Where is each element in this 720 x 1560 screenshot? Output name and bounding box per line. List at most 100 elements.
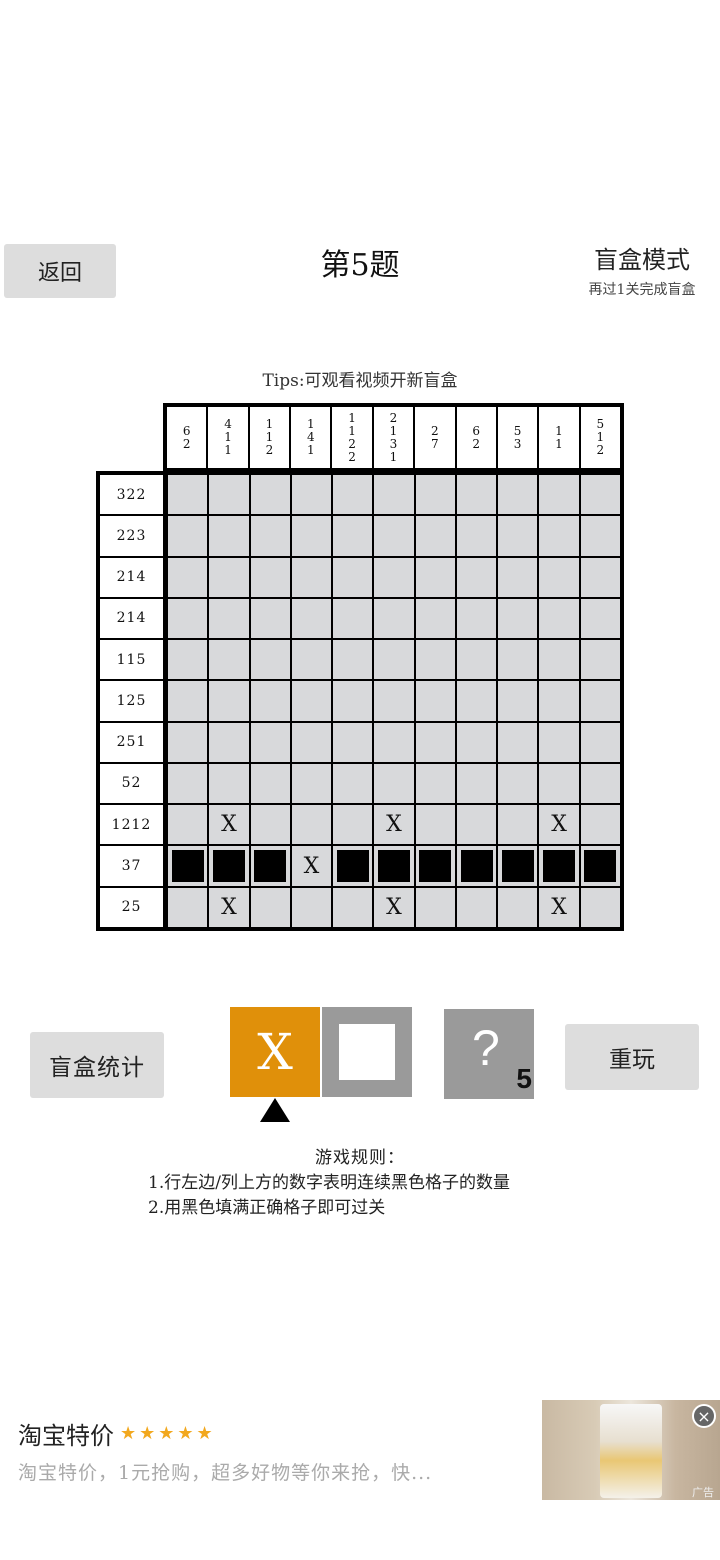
grid-cell[interactable] — [498, 722, 538, 762]
grid-cell[interactable] — [456, 516, 497, 556]
hint-button[interactable]: ? 5 — [444, 1009, 534, 1099]
grid-cell[interactable] — [168, 681, 208, 721]
grid-cell[interactable] — [250, 681, 290, 721]
grid-cell-filled[interactable] — [456, 846, 497, 886]
grid-cell[interactable] — [250, 557, 290, 597]
grid-cell-marked[interactable]: X — [539, 805, 579, 845]
grid-cell[interactable] — [250, 763, 290, 804]
grid-cell[interactable] — [333, 722, 373, 762]
grid-cell[interactable] — [168, 887, 208, 927]
grid-cell[interactable] — [291, 516, 332, 556]
grid-cell[interactable] — [539, 722, 579, 762]
grid-cell[interactable] — [291, 722, 332, 762]
grid-cell[interactable] — [415, 681, 455, 721]
grid-cell-marked[interactable]: X — [374, 805, 414, 845]
grid-cell[interactable] — [333, 516, 373, 556]
grid-cell[interactable] — [539, 640, 579, 680]
grid-cell[interactable] — [291, 887, 332, 927]
grid-cell[interactable] — [539, 475, 579, 515]
grid-cell-filled[interactable] — [333, 846, 373, 886]
grid-cell[interactable] — [498, 516, 538, 556]
grid-cell[interactable] — [209, 516, 249, 556]
grid-cell-filled[interactable] — [580, 846, 620, 886]
replay-button[interactable]: 重玩 — [565, 1024, 699, 1090]
grid-cell[interactable] — [580, 516, 620, 556]
grid-cell[interactable] — [333, 557, 373, 597]
grid-cell[interactable] — [498, 640, 538, 680]
grid-cell[interactable] — [498, 681, 538, 721]
x-mark-tool[interactable]: X — [230, 1007, 320, 1097]
grid-cell[interactable] — [415, 763, 455, 804]
grid-cell[interactable] — [168, 475, 208, 515]
grid-cell-filled[interactable] — [539, 846, 579, 886]
grid-cell[interactable] — [168, 763, 208, 804]
grid-cell[interactable] — [374, 475, 414, 515]
grid-cell[interactable] — [168, 640, 208, 680]
grid-cell[interactable] — [333, 640, 373, 680]
grid-cell-filled[interactable] — [374, 846, 414, 886]
grid-cell[interactable] — [209, 598, 249, 639]
grid-cell[interactable] — [415, 887, 455, 927]
grid-cell[interactable] — [374, 640, 414, 680]
grid-cell[interactable] — [456, 640, 497, 680]
grid-cell[interactable] — [539, 763, 579, 804]
grid-cell[interactable] — [539, 557, 579, 597]
grid-cell[interactable] — [498, 805, 538, 845]
grid-cell[interactable] — [415, 722, 455, 762]
grid-cell[interactable] — [580, 805, 620, 845]
grid-cell[interactable] — [333, 887, 373, 927]
grid-cell[interactable] — [250, 640, 290, 680]
grid-cell[interactable] — [498, 763, 538, 804]
grid-cell[interactable] — [250, 475, 290, 515]
grid-cell[interactable] — [456, 805, 497, 845]
grid-cell[interactable] — [291, 557, 332, 597]
grid-cell[interactable] — [498, 598, 538, 639]
blindbox-stats-button[interactable]: 盲盒统计 — [30, 1032, 164, 1098]
grid-cell-marked[interactable]: X — [209, 805, 249, 845]
grid-cell[interactable] — [580, 887, 620, 927]
grid-cell[interactable] — [580, 681, 620, 721]
grid-cell[interactable] — [374, 681, 414, 721]
grid-cell[interactable] — [209, 763, 249, 804]
grid-cell[interactable] — [580, 475, 620, 515]
grid-cell-filled[interactable] — [498, 846, 538, 886]
grid-cell[interactable] — [333, 598, 373, 639]
grid-cell[interactable] — [539, 681, 579, 721]
grid-cell[interactable] — [374, 722, 414, 762]
grid-cell[interactable] — [209, 557, 249, 597]
ad-title[interactable]: 淘宝特价 ★★★★★ — [18, 1416, 216, 1451]
grid-cell-filled[interactable] — [415, 846, 455, 886]
grid-cell[interactable] — [209, 475, 249, 515]
grid-cell[interactable] — [168, 516, 208, 556]
grid-cell[interactable] — [209, 681, 249, 721]
grid-cell[interactable] — [333, 475, 373, 515]
grid-cell[interactable] — [291, 763, 332, 804]
grid-cell[interactable] — [250, 722, 290, 762]
grid-cell[interactable] — [209, 640, 249, 680]
grid-cell[interactable] — [209, 722, 249, 762]
grid-cell[interactable] — [291, 640, 332, 680]
grid-cell[interactable] — [415, 598, 455, 639]
grid-cell[interactable] — [374, 557, 414, 597]
grid-cell[interactable] — [333, 763, 373, 804]
grid-cell[interactable] — [374, 763, 414, 804]
grid-cell[interactable] — [415, 640, 455, 680]
grid-cell[interactable] — [580, 640, 620, 680]
grid-cell[interactable] — [374, 516, 414, 556]
grid-cell[interactable] — [291, 475, 332, 515]
grid-cell[interactable] — [498, 475, 538, 515]
grid-cell[interactable] — [580, 722, 620, 762]
grid-cell[interactable] — [250, 805, 290, 845]
grid-cell[interactable] — [333, 681, 373, 721]
grid-cell[interactable] — [374, 598, 414, 639]
grid-cell[interactable] — [456, 681, 497, 721]
ad-description[interactable]: 淘宝特价，1元抢购，超多好物等你来抢，快... — [18, 1458, 432, 1485]
grid-cell[interactable] — [539, 516, 579, 556]
grid-cell[interactable] — [456, 887, 497, 927]
grid-cell-marked[interactable]: X — [539, 887, 579, 927]
grid-cell[interactable] — [580, 598, 620, 639]
grid-cell[interactable] — [168, 557, 208, 597]
grid-cell[interactable] — [580, 763, 620, 804]
grid-cell-filled[interactable] — [209, 846, 249, 886]
grid-cell[interactable] — [250, 598, 290, 639]
